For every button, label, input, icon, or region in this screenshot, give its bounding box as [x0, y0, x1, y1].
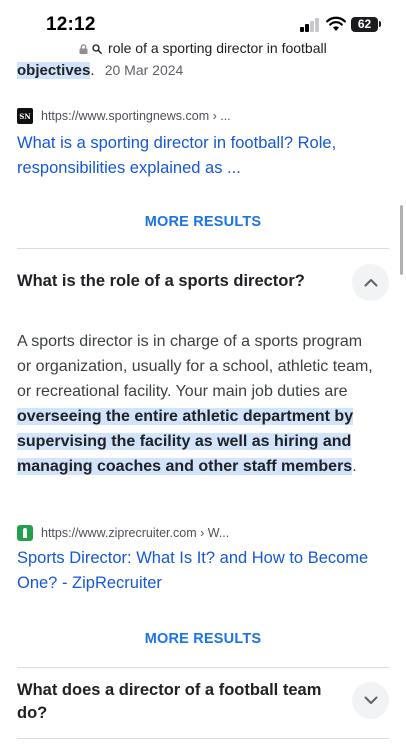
expand-button[interactable]	[352, 682, 389, 719]
url-bar[interactable]: role of a sporting director in football	[0, 40, 406, 64]
answer-end: .	[352, 458, 357, 475]
cellular-signal-icon	[300, 18, 320, 32]
faq-question[interactable]: What is the role of a sports director?	[17, 272, 305, 291]
status-bar: 12:12 62	[0, 0, 406, 40]
snippet-highlight: objectives	[17, 62, 91, 79]
url-text: role of a sporting director in football	[108, 40, 327, 56]
ziprecruiter-favicon-icon	[17, 525, 33, 541]
chevron-down-icon	[364, 696, 377, 704]
result-title-link[interactable]: What is a sporting director in football?…	[17, 131, 377, 181]
lock-icon	[79, 44, 88, 55]
answer-text: A sports director is in charge of a spor…	[17, 333, 373, 400]
search-icon	[92, 44, 103, 55]
chevron-up-icon	[364, 279, 377, 287]
divider	[17, 738, 389, 739]
scrollbar[interactable]	[400, 205, 403, 275]
snippet-punct: .	[90, 62, 95, 79]
battery-icon: 62	[351, 17, 378, 32]
result-url: https://www.ziprecruiter.com › W...	[41, 526, 230, 540]
result-source[interactable]: SN https://www.sportingnews.com › ...	[17, 107, 231, 125]
divider	[17, 667, 389, 668]
result-title-link[interactable]: Sports Director: What Is It? and How to …	[17, 546, 377, 596]
result-url: https://www.sportingnews.com › ...	[41, 109, 231, 123]
wifi-icon	[326, 16, 346, 31]
snippet-date: 20 Mar 2024	[104, 62, 184, 78]
collapse-button[interactable]	[352, 264, 389, 301]
result-source[interactable]: https://www.ziprecruiter.com › W...	[17, 524, 229, 542]
battery-cap	[379, 21, 381, 27]
more-results-button[interactable]: MORE RESULTS	[0, 631, 406, 647]
sportingnews-favicon-icon: SN	[17, 108, 33, 124]
more-results-button[interactable]: MORE RESULTS	[0, 214, 406, 230]
divider	[17, 248, 389, 249]
faq-question[interactable]: What does a director of a football team …	[17, 679, 337, 725]
faq-answer: A sports director is in charge of a spor…	[17, 329, 377, 479]
answer-highlight: overseeing the entire athletic departmen…	[17, 408, 354, 475]
clock: 12:12	[46, 14, 96, 35]
snippet-tail: objectives. 20 Mar 2024	[17, 62, 183, 79]
